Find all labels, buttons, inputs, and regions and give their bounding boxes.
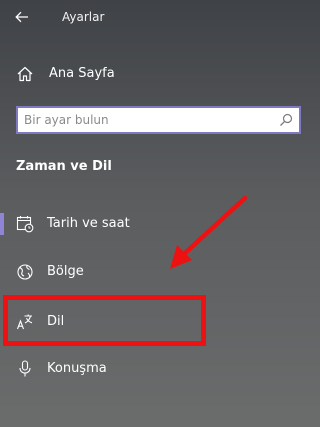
active-indicator (0, 213, 4, 235)
search-input[interactable] (24, 111, 272, 129)
microphone-icon (19, 360, 31, 377)
annotation-arrow-icon (170, 195, 248, 269)
annotation-highlight-box (3, 295, 206, 346)
home-icon (17, 66, 33, 82)
sidebar-item-region[interactable]: Bölge (0, 257, 316, 287)
globe-icon (17, 264, 33, 280)
search-icon[interactable] (279, 113, 293, 127)
sidebar-item-date-time[interactable]: Tarih ve saat (0, 209, 316, 239)
sidebar-item-speech[interactable]: Konuşma (0, 354, 316, 384)
calendar-clock-icon (16, 216, 34, 233)
search-box[interactable] (16, 106, 301, 134)
sidebar-item-label: Konuşma (47, 361, 107, 376)
section-title: Zaman ve Dil (16, 159, 112, 174)
app-title: Ayarlar (62, 10, 105, 24)
home-nav-item[interactable]: Ana Sayfa (0, 60, 316, 88)
back-arrow-icon (15, 11, 28, 23)
sidebar-item-label: Tarih ve saat (47, 216, 130, 231)
back-button[interactable] (10, 6, 34, 28)
title-bar: Ayarlar (0, 0, 316, 34)
sidebar-item-label: Bölge (47, 264, 84, 279)
home-label: Ana Sayfa (49, 66, 115, 81)
